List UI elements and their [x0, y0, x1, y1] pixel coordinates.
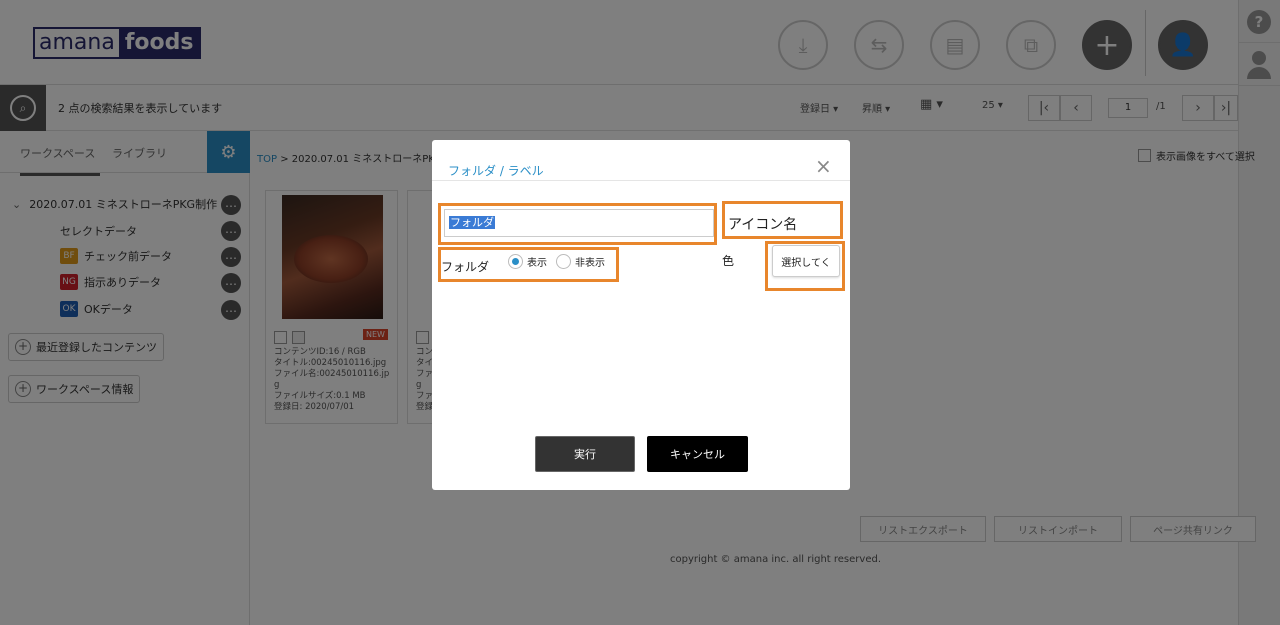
color-label: 色	[722, 254, 735, 268]
folder-label-dialog: フォルダ / ラベル × フォルダ アイコン名 フォルダ 表示 非表示 色 選択…	[432, 140, 850, 490]
close-icon[interactable]: ×	[815, 154, 832, 178]
highlight-box-visibility	[438, 247, 619, 282]
highlight-box-select-button	[765, 241, 845, 291]
execute-button[interactable]: 実行	[535, 436, 635, 472]
dialog-title: フォルダ / ラベル	[448, 164, 544, 178]
highlight-box-folder-input	[438, 203, 717, 245]
cancel-button[interactable]: キャンセル	[647, 436, 748, 472]
highlight-box-icon-name	[722, 201, 843, 239]
dialog-divider	[432, 180, 850, 181]
